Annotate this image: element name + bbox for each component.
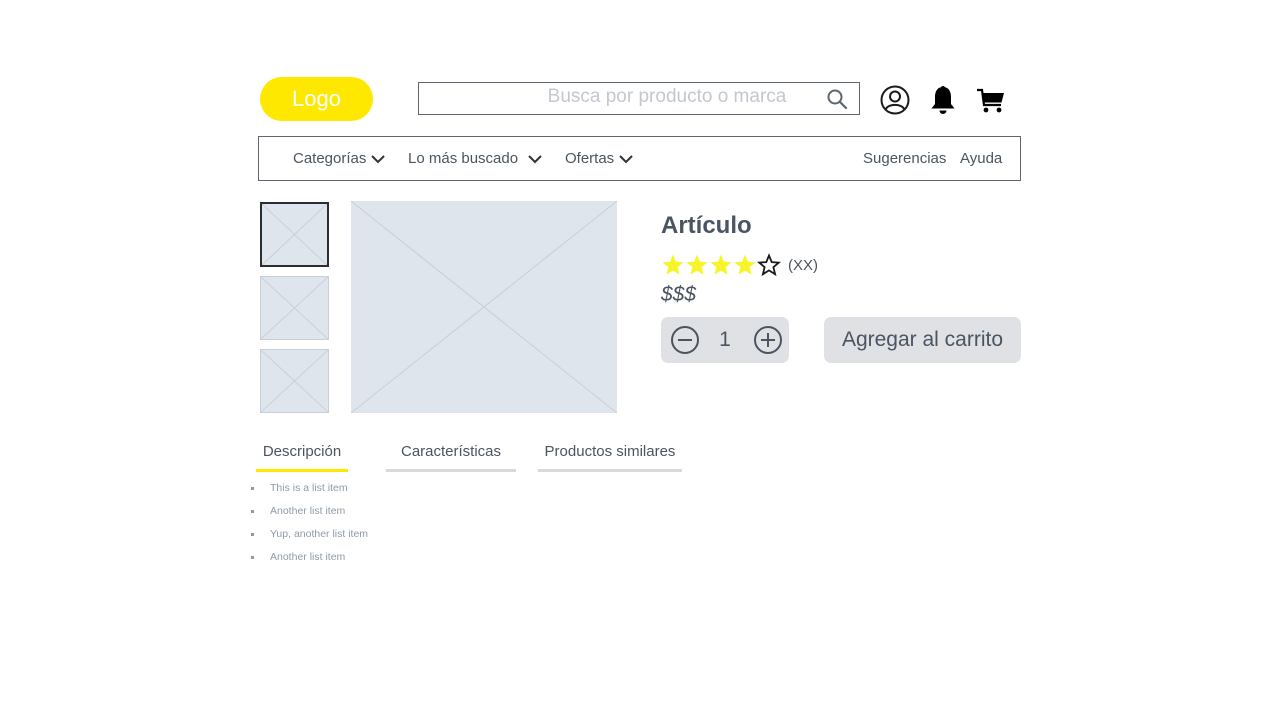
bullet-icon <box>251 510 254 513</box>
list-item-text: Another list item <box>270 551 346 563</box>
review-count[interactable]: (XX) <box>788 257 818 274</box>
tab-descripcion[interactable]: Descripción <box>256 443 348 472</box>
star-filled-icon <box>709 253 733 277</box>
nav-lo-mas-buscado[interactable]: Lo más buscado <box>408 150 543 167</box>
nav-ayuda-label: Ayuda <box>960 150 1003 167</box>
product-price: $$$ <box>661 283 697 306</box>
tab-caracteristicas[interactable]: Características <box>386 443 516 472</box>
nav-lo-mas-buscado-label: Lo más buscado <box>408 150 519 167</box>
nav-ofertas[interactable]: Ofertas <box>565 150 634 167</box>
list-item-text: This is a list item <box>270 482 348 494</box>
star-filled-icon <box>685 253 709 277</box>
bullet-icon <box>251 556 254 559</box>
nav-ofertas-label: Ofertas <box>565 150 615 167</box>
search-icon[interactable] <box>825 87 849 111</box>
product-thumbnail-1[interactable] <box>260 202 329 267</box>
chevron-down-icon <box>618 151 634 167</box>
list-item: This is a list item <box>247 482 368 505</box>
list-item: Yup, another list item <box>247 528 368 551</box>
star-filled-icon <box>733 253 757 277</box>
add-to-cart-button[interactable]: Agregar al carrito <box>824 317 1021 363</box>
tab-productos-similares[interactable]: Productos similares <box>538 443 682 472</box>
nav-categorias-label: Categorías <box>293 150 367 167</box>
main-nav: Categorías Lo más buscado Ofertas Sugere… <box>258 136 1021 181</box>
nav-ayuda[interactable]: Ayuda <box>960 150 1002 167</box>
star-filled-icon <box>661 253 685 277</box>
search-input[interactable] <box>419 81 825 116</box>
search-bar <box>418 81 860 116</box>
product-thumbnail-3[interactable] <box>260 349 329 413</box>
chevron-down-icon <box>527 151 543 167</box>
product-thumbnail-2[interactable] <box>260 276 329 340</box>
product-title: Artículo <box>661 212 752 239</box>
bell-icon[interactable] <box>927 84 959 116</box>
logo[interactable]: Logo <box>260 77 373 121</box>
list-item-text: Another list item <box>270 505 346 517</box>
nav-sugerencias[interactable]: Sugerencias <box>863 150 946 167</box>
cart-icon[interactable] <box>975 84 1007 116</box>
nav-categorias[interactable]: Categorías <box>293 150 386 167</box>
nav-sugerencias-label: Sugerencias <box>863 150 947 167</box>
list-item-text: Yup, another list item <box>270 528 369 540</box>
list-item: Another list item <box>247 505 368 528</box>
bullet-icon <box>251 487 254 490</box>
star-empty-icon <box>757 253 781 277</box>
product-main-image <box>351 201 617 413</box>
bullet-icon <box>251 533 254 536</box>
plus-circle-icon[interactable] <box>753 325 783 355</box>
quantity-stepper: 1 <box>661 317 789 363</box>
chevron-down-icon <box>370 151 386 167</box>
user-account-icon[interactable] <box>879 84 911 116</box>
product-rating: (XX) <box>661 253 818 277</box>
description-list: This is a list item Another list item Yu… <box>247 482 368 574</box>
list-item: Another list item <box>247 551 368 574</box>
